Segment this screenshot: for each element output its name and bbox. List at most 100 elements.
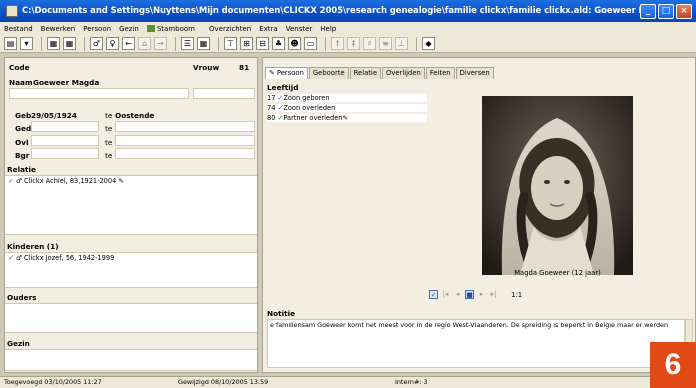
person-minus-icon[interactable]: ‡ <box>347 37 360 50</box>
list-icon[interactable]: ☰ <box>181 37 194 50</box>
new-file-icon[interactable]: ▤ <box>4 37 17 50</box>
last-photo-icon[interactable]: ▸| <box>489 290 498 299</box>
tab-persoon[interactable]: ✎ Persoon <box>265 67 308 79</box>
person-photo[interactable] <box>482 96 633 275</box>
pencil-icon: ✎ <box>269 69 275 77</box>
grid-icon[interactable]: ▦ <box>63 37 76 50</box>
event-age: 80 <box>267 114 276 122</box>
person-plus-icon[interactable]: † <box>331 37 344 50</box>
open-folder-icon[interactable]: ▾ <box>20 37 33 50</box>
ouders-list <box>5 303 257 333</box>
male-icon: ♂ <box>15 254 22 262</box>
event-label: Partner overleden <box>283 114 343 122</box>
menu-bar: Bestand Bewerken Persoon Gezin Stamboom … <box>0 22 696 35</box>
geb-label: Geb <box>15 111 32 120</box>
tab-overlijden[interactable]: Overlijden <box>382 67 425 79</box>
menu-extra[interactable]: Extra <box>259 25 277 33</box>
toolbar-separator <box>84 36 85 51</box>
code-label: Code <box>9 63 30 72</box>
menu-overzichten[interactable]: Overzichten <box>209 25 251 33</box>
print-icon[interactable]: ▦ <box>47 37 60 50</box>
menu-stamboom-label: Stamboom <box>156 24 195 33</box>
tree-icon <box>146 24 155 32</box>
menu-venster[interactable]: Venster <box>286 25 313 33</box>
minimize-button[interactable]: _ <box>640 3 656 19</box>
tab-diversen[interactable]: Diversen <box>455 67 494 79</box>
toolbar: ▤ ▾ ▦ ▦ ♂ ♀ ← ⌂ → ☰ ▦ ⊤ ⊞ ⊟ ♣ ☻ ▭ † ‡ ♯ … <box>0 35 696 53</box>
select-photo-checkbox[interactable]: ✓ <box>429 290 438 299</box>
notitie-textarea[interactable]: e familiensam Goeweer komt het meest voo… <box>267 319 685 368</box>
bgr-te-label: te <box>105 151 113 160</box>
leeftijd-event[interactable]: 74 ✓Zoon overleden <box>267 104 427 112</box>
tab-feiten[interactable]: Feiten <box>425 67 455 79</box>
menu-bestand[interactable]: Bestand <box>4 25 33 33</box>
name-extra-field[interactable] <box>9 88 189 99</box>
tab-geboorte[interactable]: Geboorte <box>308 67 349 79</box>
ovl-place-field[interactable] <box>115 135 255 146</box>
close-button[interactable]: × <box>676 3 692 19</box>
ovl-te-label: te <box>105 138 113 147</box>
window-title: C:\Documents and Settings\Nuyttens\Mijn … <box>22 6 640 16</box>
photo-caption: Magda Goeweer (12 jaar) <box>514 269 601 277</box>
list-item[interactable]: ✓ ♂ Clickx Achiel, 83,1921-2004 ✎ <box>5 176 257 186</box>
ouders-section: Ouders <box>5 292 257 333</box>
person-female-icon[interactable]: ♀ <box>106 37 119 50</box>
maximize-button[interactable]: □ <box>658 3 674 19</box>
code-value: 81 <box>239 63 250 72</box>
relatie-section: Relatie ✓ ♂ Clickx Achiel, 83,1921-2004 … <box>5 164 257 235</box>
kinderen-list: ✓ ♂ Clickx Jozef, 56, 1942-1999 <box>5 252 257 288</box>
tree-chart-icon[interactable]: ⊤ <box>224 37 237 50</box>
toolbar-separator <box>325 36 326 51</box>
ged-date-field[interactable] <box>31 121 99 132</box>
menu-bewerken[interactable]: Bewerken <box>41 25 76 33</box>
forward-icon[interactable]: → <box>154 37 167 50</box>
menu-persoon[interactable]: Persoon <box>83 25 111 33</box>
bgr-date-field[interactable] <box>31 148 99 159</box>
person-male-icon[interactable]: ♂ <box>90 37 103 50</box>
menu-gezin[interactable]: Gezin <box>119 25 139 33</box>
document-icon[interactable]: ▭ <box>304 37 317 50</box>
tab-bar: ✎ Persoon Geboorte Relatie Overlijden Fe… <box>265 67 495 79</box>
event-age: 74 <box>267 104 276 112</box>
leeftijd-event[interactable]: 80 ✓Partner overleden✎ <box>267 114 427 122</box>
page-number-badge: 6 <box>650 342 696 388</box>
ovl-label: Ovl <box>15 138 29 147</box>
bgr-place-field[interactable] <box>115 148 255 159</box>
status-intern: Intern#: 3 <box>395 378 428 386</box>
ovl-date-field[interactable] <box>31 135 99 146</box>
prev-photo-icon[interactable]: ◂ <box>453 290 462 299</box>
person-panel: Code Vrouw 81 Naam Goeweer Magda Geb 29/… <box>4 57 258 373</box>
people-icon[interactable]: ☻ <box>288 37 301 50</box>
kinderen-section: Kinderen (1) ✓ ♂ Clickx Jozef, 56, 1942-… <box>5 241 257 288</box>
next-photo-icon[interactable]: ▸ <box>477 290 486 299</box>
name-extra-field-2[interactable] <box>193 88 255 99</box>
leeftijd-event[interactable]: 17 ✓Zoon geboren <box>267 94 427 102</box>
home-icon[interactable]: ⌂ <box>138 37 151 50</box>
back-icon[interactable]: ← <box>122 37 135 50</box>
persons-link-icon[interactable]: ≡ <box>379 37 392 50</box>
first-photo-icon[interactable]: |◂ <box>441 290 450 299</box>
menu-stamboom[interactable]: Stamboom <box>146 24 195 33</box>
geb-date: 29/05/1924 <box>31 111 77 120</box>
geb-place: Oostende <box>115 111 155 120</box>
current-photo-icon[interactable]: ■ <box>465 290 474 299</box>
tab-relatie[interactable]: Relatie <box>349 67 381 79</box>
relatie-item-label: Clickx Achiel, 83,1921-2004 <box>24 177 117 185</box>
toolbar-separator <box>218 36 219 51</box>
ged-label: Ged <box>15 124 32 133</box>
list-item[interactable]: ✓ ♂ Clickx Jozef, 56, 1942-1999 <box>5 253 257 263</box>
ged-te-label: te <box>105 124 113 133</box>
detail-panel: ✎ Persoon Geboorte Relatie Overlijden Fe… <box>262 57 696 373</box>
pencil-icon: ✎ <box>342 114 348 122</box>
descendant-chart-icon[interactable]: ⊟ <box>256 37 269 50</box>
plugin-icon[interactable]: ◆ <box>422 37 435 50</box>
ged-place-field[interactable] <box>115 121 255 132</box>
family-icon[interactable]: ♣ <box>272 37 285 50</box>
ancestor-chart-icon[interactable]: ⊞ <box>240 37 253 50</box>
persons-icon[interactable]: ♯ <box>363 37 376 50</box>
persons-tree-icon[interactable]: ⊥ <box>395 37 408 50</box>
menu-help[interactable]: Help <box>320 25 336 33</box>
table-icon[interactable]: ▦ <box>197 37 210 50</box>
name-label: Naam <box>9 78 33 87</box>
name-value: Goeweer Magda <box>33 78 100 87</box>
